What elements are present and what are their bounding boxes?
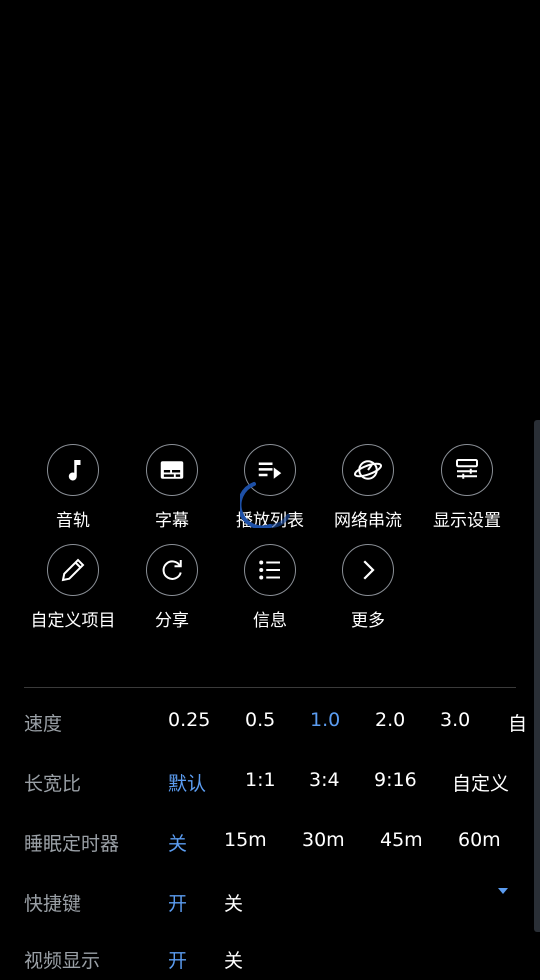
hotkey-label: 快捷键 <box>24 893 82 915</box>
sleep-option-30m[interactable]: 30m <box>302 829 345 851</box>
caret-down-icon[interactable] <box>498 888 508 894</box>
more-label: 更多 <box>351 611 385 631</box>
loading-spinner-icon <box>240 482 290 528</box>
sleep-option-off[interactable]: 关 <box>168 829 187 856</box>
chevron-right-icon <box>342 544 394 596</box>
subtitles-icon <box>146 444 198 496</box>
display-settings-label: 显示设置 <box>433 511 501 531</box>
display-settings-button[interactable]: 显示设置 <box>417 444 517 531</box>
subtitles-button[interactable]: 字幕 <box>122 444 222 531</box>
more-button[interactable]: 更多 <box>318 544 418 631</box>
hotkey-option-on[interactable]: 开 <box>168 889 187 916</box>
music-note-icon <box>47 444 99 496</box>
speed-label: 速度 <box>24 713 63 735</box>
aspect-ratio-row: 长宽比 默认 1:1 3:4 9:16 自定义 <box>24 763 534 803</box>
speed-option-3.0[interactable]: 3.0 <box>440 709 470 731</box>
pencil-icon <box>47 544 99 596</box>
speed-row: 速度 0.25 0.5 1.0 2.0 3.0 自 <box>24 703 534 743</box>
audio-track-label: 音轨 <box>56 511 90 531</box>
section-divider <box>24 687 516 688</box>
aspect-option-9-16[interactable]: 9:16 <box>374 769 417 791</box>
speed-option-0.5[interactable]: 0.5 <box>245 709 275 731</box>
aspect-option-custom[interactable]: 自定义 <box>452 769 509 796</box>
aspect-option-1-1[interactable]: 1:1 <box>245 769 276 791</box>
video-display-row: 视频显示 开 关 <box>24 940 534 980</box>
share-label: 分享 <box>155 611 189 631</box>
network-stream-icon <box>342 444 394 496</box>
info-list-icon <box>244 544 296 596</box>
speed-option-1.0[interactable]: 1.0 <box>310 709 340 731</box>
player-options-panel: 音轨 字幕 播放列表 网络串流 显示设置 自定义项目 分享 信息 更多 速度 0… <box>0 420 534 972</box>
network-stream-button[interactable]: 网络串流 <box>318 444 418 531</box>
info-label: 信息 <box>253 611 287 631</box>
sleep-option-45m[interactable]: 45m <box>380 829 423 851</box>
speed-option-2.0[interactable]: 2.0 <box>375 709 405 731</box>
speed-option-0.25[interactable]: 0.25 <box>168 709 210 731</box>
aspect-option-default[interactable]: 默认 <box>168 769 206 796</box>
subtitles-label: 字幕 <box>155 511 189 531</box>
share-button[interactable]: 分享 <box>122 544 222 631</box>
sleep-option-15m[interactable]: 15m <box>224 829 267 851</box>
aspect-ratio-label: 长宽比 <box>24 773 82 795</box>
customize-items-button[interactable]: 自定义项目 <box>23 544 123 631</box>
hotkey-option-off[interactable]: 关 <box>224 889 243 916</box>
hotkey-row: 快捷键 开 关 <box>24 883 534 923</box>
speed-option-custom[interactable]: 自 <box>508 709 527 736</box>
aspect-option-3-4[interactable]: 3:4 <box>309 769 340 791</box>
sleep-timer-label: 睡眠定时器 <box>24 833 120 855</box>
info-button[interactable]: 信息 <box>220 544 320 631</box>
share-icon <box>146 544 198 596</box>
network-stream-label: 网络串流 <box>334 511 402 531</box>
display-settings-icon <box>441 444 493 496</box>
panel-scrollbar[interactable] <box>534 420 540 932</box>
sleep-timer-row: 睡眠定时器 关 15m 30m 45m 60m <box>24 823 534 863</box>
video-surface[interactable] <box>0 0 540 420</box>
sleep-option-60m[interactable]: 60m <box>458 829 501 851</box>
customize-items-label: 自定义项目 <box>30 611 116 631</box>
audio-track-button[interactable]: 音轨 <box>23 444 123 531</box>
